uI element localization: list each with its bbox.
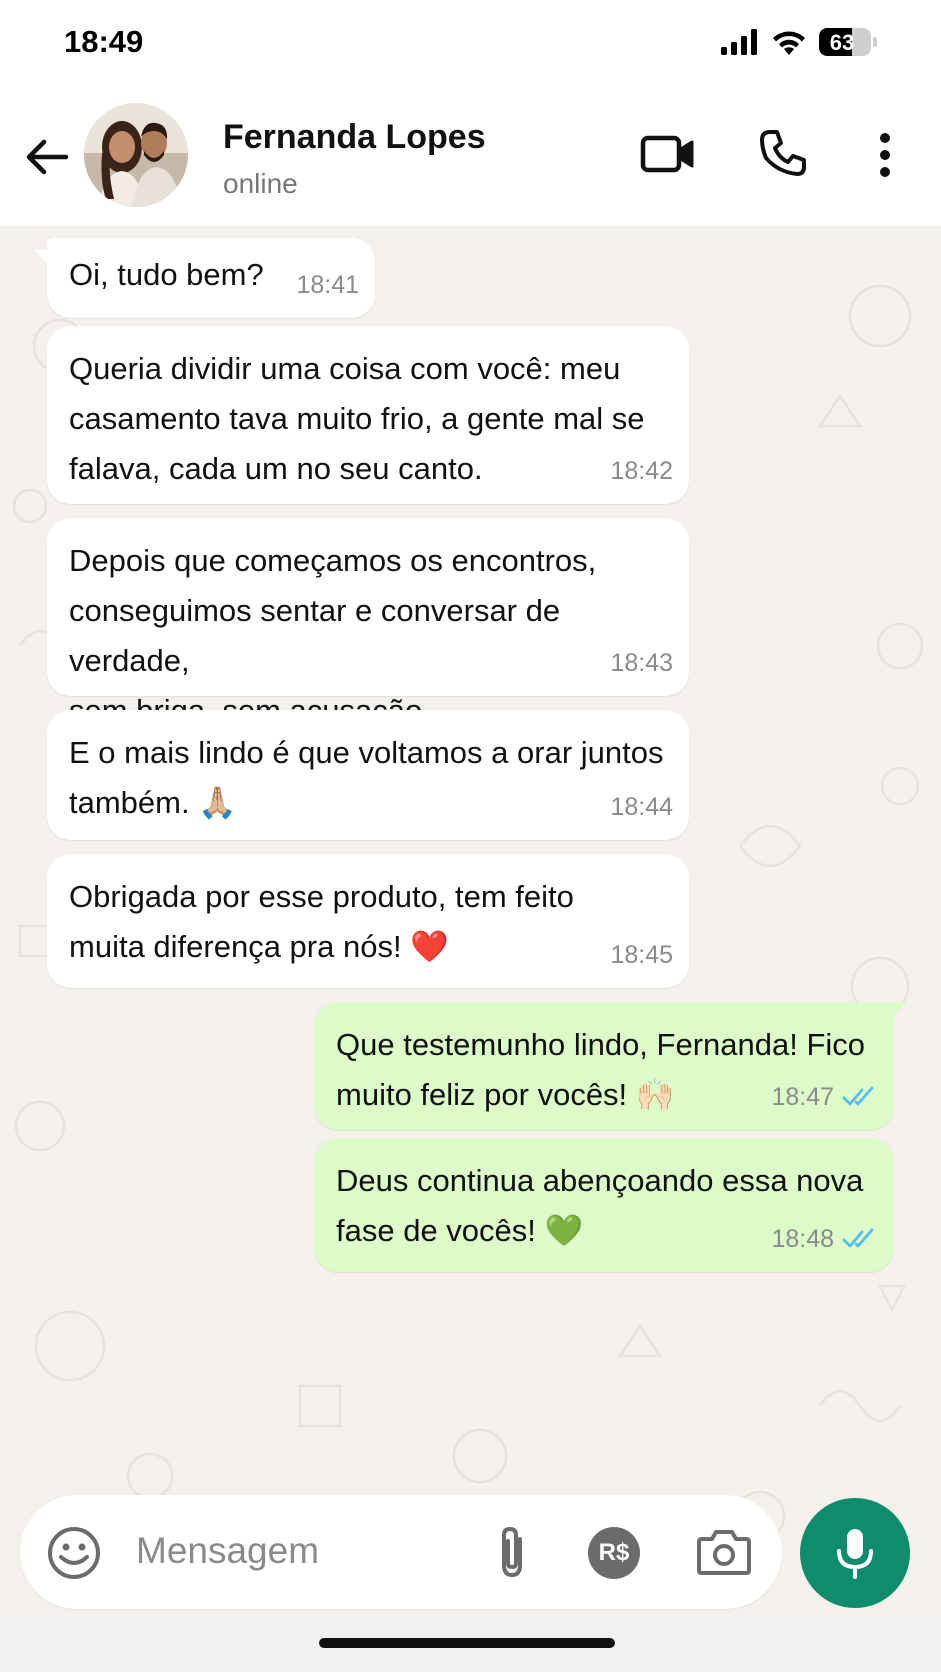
message-meta: 18:42 xyxy=(610,446,673,496)
message-meta: 18:43 xyxy=(610,638,673,688)
contact-name[interactable]: Fernanda Lopes xyxy=(223,118,486,157)
video-call-icon xyxy=(640,135,694,173)
contact-status: online xyxy=(223,168,298,199)
phone-icon xyxy=(760,130,806,176)
microphone-icon xyxy=(837,1529,873,1579)
message-bubble-outgoing[interactable]: Deus continua abençoando essa nova fase … xyxy=(314,1138,894,1272)
video-call-button[interactable] xyxy=(640,130,696,178)
status-time: 18:49 xyxy=(64,24,144,59)
message-time: 18:41 xyxy=(296,271,359,299)
system-nav-bar xyxy=(0,1618,941,1672)
emoji-button[interactable] xyxy=(46,1525,102,1581)
chat-header: Fernanda Lopes online xyxy=(0,90,941,226)
menu-button[interactable] xyxy=(870,130,900,180)
message-time: 18:47 xyxy=(771,1083,834,1111)
battery-tip xyxy=(873,37,877,47)
message-meta: 18:48 xyxy=(771,1214,878,1264)
message-meta: 18:41 xyxy=(296,260,359,310)
paperclip-icon xyxy=(502,1526,522,1578)
message-text: Queria dividir uma coisa com você: meu c… xyxy=(69,351,645,486)
message-time: 18:45 xyxy=(610,941,673,969)
camera-button[interactable] xyxy=(696,1527,752,1577)
avatar[interactable] xyxy=(84,103,188,207)
wifi-icon xyxy=(773,31,805,55)
battery-level: 63 xyxy=(829,30,855,55)
chat-area[interactable]: Oi, tudo bem? 18:41 Queria dividir uma c… xyxy=(0,226,941,1618)
message-meta: 18:45 xyxy=(610,930,673,980)
message-bubble-incoming[interactable]: Depois que começamos os encontros, conse… xyxy=(47,518,689,728)
message-time: 18:42 xyxy=(610,457,673,485)
message-time: 18:43 xyxy=(610,649,673,677)
signal-icon xyxy=(721,29,757,55)
message-bubble-incoming[interactable]: Obrigada por esse produto, tem feito mui… xyxy=(47,854,689,988)
back-arrow-icon xyxy=(26,139,69,175)
message-composer: R$ xyxy=(20,1495,782,1609)
message-meta: 18:47 xyxy=(771,1072,878,1122)
emoji-icon xyxy=(48,1527,100,1579)
attach-button[interactable] xyxy=(488,1523,536,1583)
payment-label: R$ xyxy=(598,1539,630,1566)
message-bubble-incoming[interactable]: Queria dividir uma coisa com você: meu c… xyxy=(47,326,689,504)
payment-button[interactable]: R$ xyxy=(588,1527,640,1579)
more-vertical-icon xyxy=(880,133,890,177)
message-text: E o mais lindo é que voltamos a orar jun… xyxy=(69,735,664,820)
status-icons: 63 xyxy=(721,26,877,58)
message-time: 18:48 xyxy=(771,1225,834,1253)
voice-record-button[interactable] xyxy=(800,1498,910,1608)
status-bar: 18:49 63 xyxy=(0,0,941,90)
read-ticks-icon xyxy=(842,1228,874,1248)
message-text: Obrigada por esse produto, tem feito mui… xyxy=(69,879,574,964)
message-bubble-outgoing[interactable]: Que testemunho lindo, Fernanda! Fico mui… xyxy=(314,1002,894,1130)
message-bubble-incoming[interactable]: E o mais lindo é que voltamos a orar jun… xyxy=(47,710,689,840)
read-ticks-icon xyxy=(842,1086,874,1106)
camera-icon xyxy=(697,1530,751,1575)
back-button[interactable] xyxy=(22,132,72,182)
home-indicator[interactable] xyxy=(319,1638,615,1648)
message-input[interactable] xyxy=(136,1523,456,1579)
avatar-photo xyxy=(84,103,188,207)
message-bubble-incoming[interactable]: Oi, tudo bem? 18:41 xyxy=(47,238,375,318)
message-time: 18:44 xyxy=(610,793,673,821)
message-text: Depois que começamos os encontros, conse… xyxy=(69,543,597,728)
battery-icon: 63 xyxy=(819,28,871,56)
message-meta: 18:44 xyxy=(610,782,673,832)
voice-call-button[interactable] xyxy=(758,128,808,178)
